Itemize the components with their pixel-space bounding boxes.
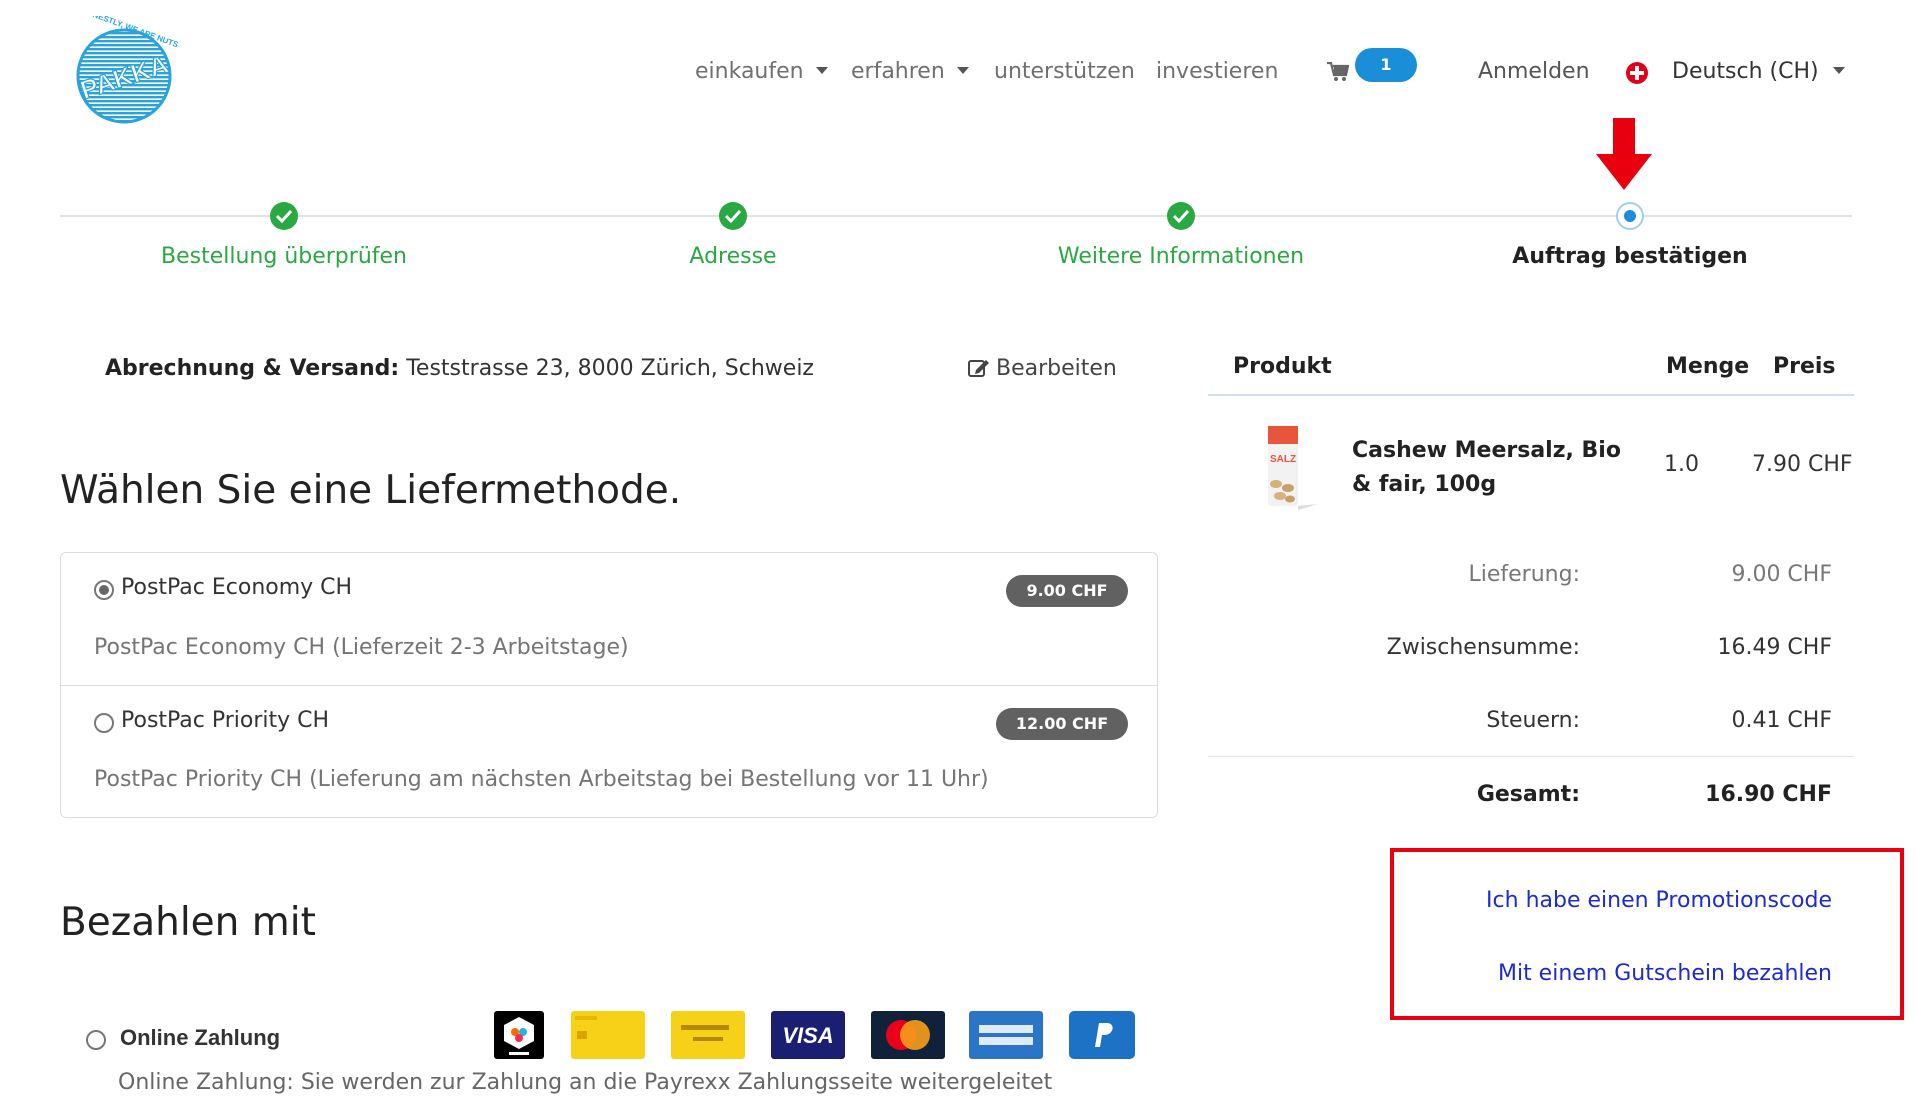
red-arrow-annotation — [1596, 118, 1652, 190]
delivery-cost-label: Lieferung: — [1468, 562, 1581, 587]
step-4-label: Auftrag bestätigen — [1512, 244, 1748, 269]
language-selector[interactable]: Deutsch (CH) — [1672, 54, 1845, 90]
nav-unterstuetzen[interactable]: unterstützen — [994, 54, 1135, 90]
billing-label: Abrechnung & Versand: — [105, 356, 400, 381]
step-3-label[interactable]: Weitere Informationen — [981, 244, 1381, 269]
delivery-option-economy-desc: PostPac Economy CH (Lieferzeit 2-3 Arbei… — [94, 635, 629, 660]
tax-label: Steuern: — [1486, 708, 1580, 733]
svg-text:SALZ: SALZ — [1270, 454, 1296, 465]
delivery-option-priority-desc: PostPac Priority CH (Lieferung am nächst… — [94, 767, 989, 792]
postfinance-card-icon — [571, 1011, 645, 1059]
product-qty: 1.0 — [1664, 452, 1699, 477]
step-2-label[interactable]: Adresse — [533, 244, 933, 269]
red-highlight-box-annotation — [1390, 848, 1904, 1020]
swiss-flag-icon — [1626, 62, 1648, 84]
total-label: Gesamt: — [1476, 782, 1580, 807]
delivery-cost-value: 9.00 CHF — [1731, 562, 1832, 587]
twint-icon — [494, 1011, 544, 1059]
edit-address-button[interactable]: Bearbeiten — [968, 356, 1117, 381]
postfinance-efinance-icon — [671, 1011, 745, 1059]
step-4-current-icon — [1616, 202, 1644, 230]
cart-count-badge[interactable]: 1 — [1355, 48, 1417, 82]
online-payment-radio[interactable] — [86, 1030, 106, 1050]
visa-icon: VISA — [771, 1011, 845, 1059]
online-payment-desc: Online Zahlung: Sie werden zur Zahlung a… — [118, 1070, 1053, 1095]
subtotal-label: Zwischensumme: — [1386, 635, 1580, 660]
delivery-option-priority-price: 12.00 CHF — [996, 708, 1128, 740]
nav-einkaufen[interactable]: einkaufen — [695, 54, 828, 90]
summary-total-divider — [1208, 756, 1854, 757]
summary-col-price: Preis — [1773, 354, 1836, 379]
delivery-options-divider — [61, 685, 1157, 686]
mastercard-icon — [871, 1011, 945, 1059]
delivery-option-economy-price: 9.00 CHF — [1006, 575, 1128, 607]
checkout-progress-line — [60, 215, 1852, 217]
product-name[interactable]: Cashew Meersalz, Bio & fair, 100g — [1352, 434, 1642, 502]
delivery-method-title: Wählen Sie eine Liefermethode. — [60, 468, 682, 513]
delivery-option-economy-radio[interactable] — [94, 580, 114, 600]
nav-investieren[interactable]: investieren — [1156, 54, 1278, 90]
delivery-options-card: PostPac Economy CH 9.00 CHF PostPac Econ… — [60, 552, 1158, 818]
step-1-label[interactable]: Bestellung überprüfen — [84, 244, 484, 269]
delivery-option-economy-name[interactable]: PostPac Economy CH — [121, 575, 352, 600]
chevron-down-icon — [956, 66, 969, 74]
login-link[interactable]: Anmelden — [1478, 54, 1590, 90]
step-3-check-icon — [1167, 202, 1195, 230]
paypal-icon — [1069, 1011, 1135, 1059]
summary-col-product: Produkt — [1233, 354, 1332, 379]
chevron-down-icon — [1832, 66, 1845, 74]
summary-header-divider — [1208, 394, 1854, 396]
chevron-down-icon — [815, 66, 828, 74]
product-price: 7.90 CHF — [1752, 452, 1853, 477]
product-thumbnail[interactable]: SALZ — [1262, 424, 1318, 510]
delivery-option-priority-name[interactable]: PostPac Priority CH — [121, 708, 329, 733]
step-1-check-icon — [270, 202, 298, 230]
online-payment-label[interactable]: Online Zahlung — [120, 1025, 280, 1051]
american-express-icon — [969, 1011, 1043, 1059]
billing-address: Abrechnung & Versand: Teststrasse 23, 80… — [105, 356, 814, 381]
edit-icon — [968, 360, 989, 377]
billing-address-value: Teststrasse 23, 8000 Zürich, Schweiz — [406, 356, 814, 381]
summary-col-qty: Menge — [1666, 354, 1750, 379]
svg-text:VISA: VISA — [782, 1023, 833, 1048]
nav-erfahren[interactable]: erfahren — [851, 54, 969, 90]
cart-icon[interactable] — [1327, 62, 1349, 82]
tax-value: 0.41 CHF — [1731, 708, 1832, 733]
subtotal-value: 16.49 CHF — [1717, 635, 1832, 660]
step-2-check-icon — [719, 202, 747, 230]
total-value: 16.90 CHF — [1705, 782, 1832, 807]
payment-title: Bezahlen mit — [60, 900, 316, 945]
delivery-option-priority-radio[interactable] — [94, 713, 114, 733]
